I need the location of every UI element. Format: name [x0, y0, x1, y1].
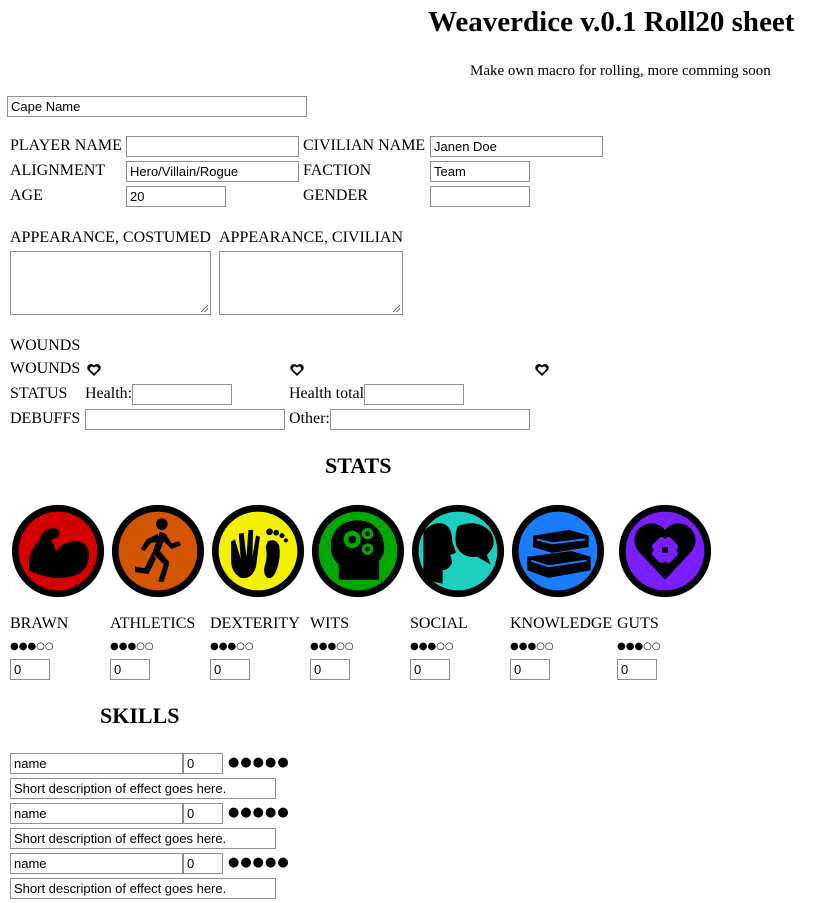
- stat-label-dexterity: DEXTERITY: [210, 615, 300, 632]
- stat-input-athletics[interactable]: 0: [110, 659, 150, 680]
- other-label: Other:: [289, 410, 330, 427]
- stat-label-guts: GUTS: [617, 615, 659, 632]
- stat-input-social[interactable]: 0: [410, 659, 450, 680]
- skill-value-input[interactable]: 0: [183, 753, 223, 774]
- stat-label-athletics: ATHLETICS: [110, 615, 196, 632]
- skill-description-input[interactable]: Short description of effect goes here.: [10, 778, 276, 799]
- wounds-row-label: WOUNDS: [10, 360, 81, 377]
- stat-rating-wits[interactable]: ●●●○○: [310, 641, 354, 652]
- wound-heart-icon[interactable]: [534, 362, 550, 378]
- health-total-input[interactable]: [364, 384, 464, 405]
- books-icon: [511, 504, 605, 598]
- stat-input-dexterity[interactable]: 0: [210, 659, 250, 680]
- runner-icon: [111, 504, 205, 598]
- skill-description-input[interactable]: Short description of effect goes here.: [10, 828, 276, 849]
- skill-rating[interactable]: ●●●●●: [228, 755, 290, 770]
- debuffs-input[interactable]: [85, 409, 285, 430]
- alignment-input[interactable]: Hero/Villain/Rogue: [126, 161, 299, 182]
- appearance-costumed-textarea[interactable]: [10, 251, 211, 315]
- stat-label-social: SOCIAL: [410, 615, 468, 632]
- gender-input[interactable]: [430, 186, 530, 207]
- other-input[interactable]: [330, 409, 530, 430]
- status-label: STATUS: [10, 385, 68, 402]
- civilian-name-input[interactable]: Janen Doe: [430, 136, 603, 157]
- skill-rating[interactable]: ●●●●●: [228, 805, 290, 820]
- skill-value-input[interactable]: 0: [183, 853, 223, 874]
- speech-head-icon: [411, 504, 505, 598]
- age-input[interactable]: 20: [126, 186, 226, 207]
- appearance-costumed-label: APPEARANCE, COSTUMED: [10, 229, 211, 246]
- health-input[interactable]: [132, 384, 232, 405]
- stat-input-wits[interactable]: 0: [310, 659, 350, 680]
- hand-foot-icon: [211, 504, 305, 598]
- skill-value-input[interactable]: 0: [183, 803, 223, 824]
- stats-heading: STATS: [325, 453, 392, 478]
- appearance-civilian-label: APPEARANCE, CIVILIAN: [219, 229, 403, 246]
- faction-label: FACTION: [303, 162, 372, 179]
- stat-rating-dexterity[interactable]: ●●●○○: [210, 641, 254, 652]
- civilian-name-label: CIVILIAN NAME: [303, 137, 426, 154]
- stat-label-brawn: BRAWN: [10, 615, 69, 632]
- bandaged-heart-icon: [618, 504, 712, 598]
- gear-head-icon: [311, 504, 405, 598]
- appearance-civilian-textarea[interactable]: [219, 251, 403, 315]
- skill-name-input[interactable]: name: [10, 753, 183, 774]
- player-name-input[interactable]: [126, 136, 299, 157]
- skills-heading: SKILLS: [100, 703, 180, 728]
- debuffs-label: DEBUFFS: [10, 410, 81, 427]
- stat-input-knowledge[interactable]: 0: [510, 659, 550, 680]
- stat-rating-knowledge[interactable]: ●●●○○: [510, 641, 554, 652]
- skill-rating[interactable]: ●●●●●: [228, 855, 290, 870]
- stat-input-brawn[interactable]: 0: [10, 659, 50, 680]
- faction-input[interactable]: Team: [430, 161, 530, 182]
- wound-heart-icon[interactable]: [289, 362, 305, 378]
- stat-rating-athletics[interactable]: ●●●○○: [110, 641, 154, 652]
- stat-rating-social[interactable]: ●●●○○: [410, 641, 454, 652]
- health-label: Health:: [85, 385, 133, 402]
- stat-label-wits: WITS: [310, 615, 350, 632]
- stat-label-knowledge: KNOWLEDGE: [510, 615, 613, 632]
- health-total-label: Health total: [289, 385, 365, 402]
- skill-name-input[interactable]: name: [10, 803, 183, 824]
- sheet-subtitle: Make own macro for rolling, more comming…: [470, 63, 771, 79]
- sheet-title: Weaverdice v.0.1 Roll20 sheet: [428, 6, 795, 38]
- wound-heart-icon[interactable]: [86, 362, 102, 378]
- cape-name-input[interactable]: Cape Name: [7, 96, 307, 117]
- wounds-heading: WOUNDS: [10, 337, 81, 354]
- stat-rating-brawn[interactable]: ●●●○○: [10, 641, 54, 652]
- skill-name-input[interactable]: name: [10, 853, 183, 874]
- gender-label: GENDER: [303, 187, 368, 204]
- stat-input-guts[interactable]: 0: [617, 659, 657, 680]
- flexed-arm-icon: [11, 504, 105, 598]
- skill-description-input[interactable]: Short description of effect goes here.: [10, 878, 276, 899]
- alignment-label: ALIGNMENT: [10, 162, 106, 179]
- player-name-label: PLAYER NAME: [10, 137, 122, 154]
- stat-rating-guts[interactable]: ●●●○○: [617, 641, 661, 652]
- age-label: AGE: [10, 187, 43, 204]
